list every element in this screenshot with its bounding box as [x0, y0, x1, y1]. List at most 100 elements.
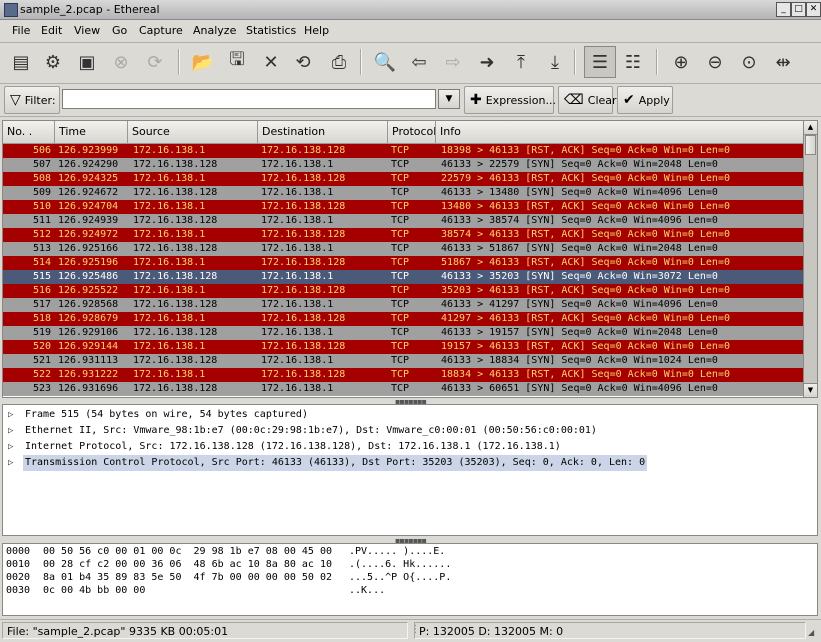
hex-bytes[interactable]: 0c 00 4b bb 00 00	[43, 584, 145, 597]
detail-tree-item[interactable]: ▷ Internet Protocol, Src: 172.16.138.128 …	[3, 439, 815, 455]
packet-info: 13480 > 46133 [RST, ACK] Seq=0 Ack=0 Win…	[441, 201, 730, 212]
minimize-button[interactable]: _	[776, 2, 791, 17]
hex-bytes[interactable]: 8a 01 b4 35 89 83 5e 50 4f 7b 00 00 00 0…	[43, 571, 332, 584]
go-to-packet-button[interactable]: ➜	[472, 47, 502, 77]
expression-button[interactable]: ✚ Expression...	[464, 86, 556, 114]
hex-ascii[interactable]: .PV..... )....E.	[349, 545, 445, 558]
packet-list-scrollbar[interactable]: ▲ ▼	[803, 120, 818, 398]
table-row[interactable]: 519 126.929106 172.16.138.128 172.16.138.1 T…	[3, 326, 803, 340]
hex-offset[interactable]: 0010	[6, 558, 30, 571]
column-header-time[interactable]: Time	[55, 121, 128, 143]
filter-input[interactable]	[62, 89, 436, 109]
print-button[interactable]: ⎙	[324, 47, 354, 77]
menu-view[interactable]: View	[74, 24, 100, 37]
packet-destination: 172.16.138.128	[261, 145, 346, 156]
app-icon	[4, 3, 18, 17]
menu-edit[interactable]: Edit	[41, 24, 62, 37]
expander-arrow-icon[interactable]: ▷	[8, 407, 13, 423]
interfaces-button[interactable]: ▤	[6, 47, 36, 77]
zoom-in-button[interactable]: ⊕	[666, 47, 696, 77]
table-row[interactable]: 520 126.929144 172.16.138.1 172.16.138.128 T…	[3, 340, 803, 354]
resize-grip-icon[interactable]: ◢	[808, 628, 814, 637]
stop-capture-button[interactable]: ⊗	[106, 47, 136, 77]
table-row[interactable]: 516 126.925522 172.16.138.1 172.16.138.128 T…	[3, 284, 803, 298]
expander-arrow-icon[interactable]: ▷	[8, 455, 13, 471]
packet-destination: 172.16.138.1	[261, 243, 334, 254]
table-row[interactable]: 517 126.928568 172.16.138.128 172.16.138.1 T…	[3, 298, 803, 312]
hex-dump[interactable]: 0000 00 50 56 c0 00 01 00 0c 29 98 1b e7 …	[2, 543, 818, 616]
table-row[interactable]: 518 126.928679 172.16.138.1 172.16.138.128 T…	[3, 312, 803, 326]
start-capture-button[interactable]: ▣	[72, 47, 102, 77]
table-row[interactable]: 521 126.931113 172.16.138.128 172.16.138.1 T…	[3, 354, 803, 368]
find-packet-button[interactable]: 🔍	[370, 47, 400, 77]
scroll-down-button[interactable]: ▼	[804, 383, 817, 397]
table-row[interactable]: 511 126.924939 172.16.138.128 172.16.138.1 T…	[3, 214, 803, 228]
packet-list[interactable]: No. . Time Source Destination Protocol I…	[2, 120, 804, 398]
zoom-normal-button[interactable]: ⊙	[734, 47, 764, 77]
go-first-button[interactable]: ⤒	[506, 47, 536, 77]
menu-help[interactable]: Help	[304, 24, 329, 37]
menu-go[interactable]: Go	[112, 24, 127, 37]
capture-options-button[interactable]: ⚙	[38, 47, 68, 77]
hex-ascii[interactable]: .(....6. Hk......	[349, 558, 451, 571]
filter-button[interactable]: ▽ Filter:	[4, 86, 60, 114]
column-header-source[interactable]: Source	[128, 121, 258, 143]
auto-scroll-button[interactable]: ☷	[618, 47, 648, 77]
detail-tree-item[interactable]: ▷ Transmission Control Protocol, Src Port…	[3, 455, 815, 471]
zoom-out-button[interactable]: ⊖	[700, 47, 730, 77]
filter-dropdown-button[interactable]: ▼	[438, 89, 460, 109]
table-row[interactable]: 513 126.925166 172.16.138.128 172.16.138.1 T…	[3, 242, 803, 256]
reload-icon: ⟲	[295, 51, 311, 73]
menu-capture[interactable]: Capture	[139, 24, 183, 37]
expander-arrow-icon[interactable]: ▷	[8, 439, 13, 455]
expander-arrow-icon[interactable]: ▷	[8, 423, 13, 439]
column-header-no[interactable]: No. .	[3, 121, 55, 143]
save-file-button[interactable]: 🖫	[222, 47, 252, 77]
column-header-info[interactable]: Info	[436, 121, 803, 143]
table-row[interactable]: 523 126.931696 172.16.138.128 172.16.138.1 T…	[3, 382, 803, 396]
resize-columns-button[interactable]: ⇹	[768, 47, 798, 77]
table-row[interactable]: 515 126.925486 172.16.138.128 172.16.138.1 T…	[3, 270, 803, 284]
close-window-button[interactable]: ✕	[806, 2, 821, 17]
packet-time: 126.924290	[58, 159, 119, 170]
table-row[interactable]: 506 126.923999 172.16.138.1 172.16.138.128 T…	[3, 144, 803, 158]
restart-capture-button[interactable]: ⟳	[140, 47, 170, 77]
column-header-protocol[interactable]: Protocol	[388, 121, 436, 143]
go-last-button[interactable]: ⤓	[540, 47, 570, 77]
go-back-button[interactable]: ⇦	[404, 47, 434, 77]
table-row[interactable]: 522 126.931222 172.16.138.1 172.16.138.128 T…	[3, 368, 803, 382]
menu-analyze[interactable]: Analyze	[193, 24, 236, 37]
maximize-button[interactable]: □	[791, 2, 806, 17]
go-forward-button[interactable]: ⇨	[438, 47, 468, 77]
apply-button[interactable]: ✔ Apply	[617, 86, 673, 114]
column-header-destination[interactable]: Destination	[258, 121, 388, 143]
table-row[interactable]: 508 126.924325 172.16.138.1 172.16.138.128 T…	[3, 172, 803, 186]
colorize-button[interactable]: ☰	[584, 46, 616, 78]
menu-file[interactable]: File	[12, 24, 30, 37]
reload-button[interactable]: ⟲	[288, 47, 318, 77]
hex-ascii[interactable]: ..K...	[349, 584, 385, 597]
hex-bytes[interactable]: 00 50 56 c0 00 01 00 0c 29 98 1b e7 08 0…	[43, 545, 332, 558]
scroll-thumb[interactable]	[805, 135, 816, 155]
scroll-up-button[interactable]: ▲	[804, 121, 817, 135]
hex-bytes[interactable]: 00 28 cf c2 00 00 36 06 48 6b ac 10 8a 8…	[43, 558, 332, 571]
close-file-button[interactable]: ✕	[256, 47, 286, 77]
table-row[interactable]: 510 126.924704 172.16.138.1 172.16.138.128 T…	[3, 200, 803, 214]
hex-ascii[interactable]: ...5..^P O{....P.	[349, 571, 451, 584]
table-row[interactable]: 514 126.925196 172.16.138.1 172.16.138.128 T…	[3, 256, 803, 270]
table-row[interactable]: 509 126.924672 172.16.138.128 172.16.138.1 T…	[3, 186, 803, 200]
hex-offset[interactable]: 0020	[6, 571, 30, 584]
menu-statistics[interactable]: Statistics	[246, 24, 296, 37]
packet-destination: 172.16.138.1	[261, 159, 334, 170]
close-file-icon: ✕	[263, 51, 279, 73]
table-row[interactable]: 507 126.924290 172.16.138.128 172.16.138.1 T…	[3, 158, 803, 172]
packet-details[interactable]: ▷ Frame 515 (54 bytes on wire, 54 bytes c…	[2, 404, 818, 536]
clear-button[interactable]: ⌫ Clear	[558, 86, 617, 114]
hex-offset[interactable]: 0030	[6, 584, 30, 597]
table-row[interactable]: 512 126.924972 172.16.138.1 172.16.138.128 T…	[3, 228, 803, 242]
hex-offset[interactable]: 0000	[6, 545, 30, 558]
packet-destination: 172.16.138.128	[261, 369, 346, 380]
open-file-button[interactable]: 📂	[188, 47, 218, 77]
detail-tree-item[interactable]: ▷ Ethernet II, Src: Vmware_98:1b:e7 (00:0…	[3, 423, 815, 439]
detail-tree-item[interactable]: ▷ Frame 515 (54 bytes on wire, 54 bytes c…	[3, 407, 815, 423]
